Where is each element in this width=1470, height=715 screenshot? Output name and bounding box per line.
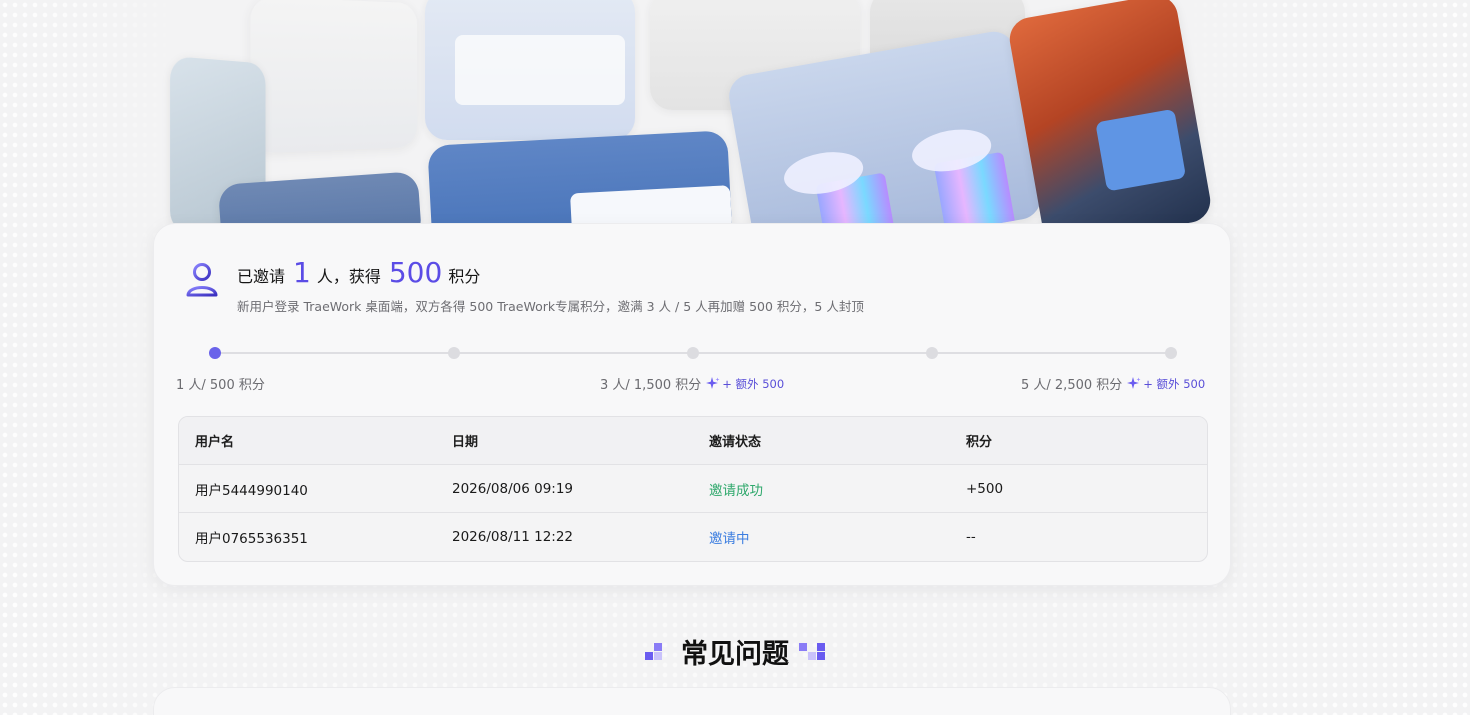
collage-tile-app-screens xyxy=(250,0,418,154)
collage-tile-chat-screen xyxy=(425,0,635,140)
row-date: 2026/08/06 09:19 xyxy=(452,480,574,497)
milestone-5-bonus: + 额外 500 xyxy=(1127,376,1205,392)
summary-mid: 人，获得 xyxy=(316,267,381,286)
row-status-pending: 邀请中 xyxy=(709,531,750,547)
invite-rules-text: 新用户登录 TraeWork 桌面端，双方各得 500 TraeWork专属积分… xyxy=(237,299,864,314)
milestone-progress-track xyxy=(209,347,1177,359)
milestone-1-label: 1 人/ 500 积分 xyxy=(176,378,265,393)
column-header-date: 日期 xyxy=(452,435,479,450)
faq-card xyxy=(153,687,1231,715)
milestone-3: 3 人/ 1,500 积分 + 额外 500 xyxy=(600,374,784,393)
progress-step-2 xyxy=(448,347,460,359)
faq-title: 常见问题 xyxy=(681,639,789,670)
column-header-username: 用户名 xyxy=(195,435,235,450)
column-header-points: 积分 xyxy=(966,435,993,450)
faq-heading: 常见问题 xyxy=(0,632,1470,671)
milestone-5: 5 人/ 2,500 积分 + 额外 500 xyxy=(1021,374,1205,393)
row-points: +500 xyxy=(966,480,1004,497)
invite-summary-headline: 已邀请 1 人，获得 500 积分 xyxy=(237,259,864,289)
milestone-3-bonus-text: + 额外 500 xyxy=(722,376,785,391)
milestone-3-label: 3 人/ 1,500 积分 xyxy=(600,378,702,393)
row-username: 用户0765536351 xyxy=(195,531,308,547)
table-row: 用户0765536351 2026/08/11 12:22 邀请中 -- xyxy=(179,513,1207,561)
hero-image-collage xyxy=(150,0,1230,228)
progress-step-1 xyxy=(209,347,221,359)
table-header-row: 用户名 日期 邀请状态 积分 xyxy=(179,417,1207,465)
collage-tile-desktop xyxy=(427,130,733,228)
invite-summary: 已邀请 1 人，获得 500 积分 新用户登录 TraeWork 桌面端，双方各… xyxy=(185,259,864,315)
invite-summary-card: 已邀请 1 人，获得 500 积分 新用户登录 TraeWork 桌面端，双方各… xyxy=(153,223,1231,586)
row-points: -- xyxy=(966,529,976,545)
milestone-1: 1 人/ 500 积分 xyxy=(176,374,265,393)
progress-step-5 xyxy=(1165,347,1177,359)
pixel-cluster-icon xyxy=(799,643,825,660)
summary-suffix: 积分 xyxy=(448,267,481,286)
row-username: 用户5444990140 xyxy=(195,482,308,499)
milestone-5-label: 5 人/ 2,500 积分 xyxy=(1021,378,1123,393)
sparkle-icon xyxy=(1127,376,1141,389)
progress-step-3 xyxy=(687,347,699,359)
earned-points: 500 xyxy=(388,256,443,289)
row-status-success: 邀请成功 xyxy=(709,482,763,499)
table-row: 用户5444990140 2026/08/06 09:19 邀请成功 +500 xyxy=(179,465,1207,513)
progress-step-4 xyxy=(926,347,938,359)
pixel-cluster-icon xyxy=(645,643,671,660)
invite-records-table: 用户名 日期 邀请状态 积分 用户5444990140 2026/08/06 0… xyxy=(178,416,1208,562)
user-avatar-icon xyxy=(186,263,218,297)
collage-tile-window-scene xyxy=(1006,0,1214,228)
invited-count: 1 xyxy=(293,256,311,289)
row-date: 2026/08/11 12:22 xyxy=(452,529,574,545)
column-header-status: 邀请状态 xyxy=(709,435,762,450)
sparkle-icon xyxy=(706,376,720,389)
summary-prefix: 已邀请 xyxy=(237,267,286,286)
milestone-3-bonus: + 额外 500 xyxy=(706,376,784,392)
milestone-5-bonus-text: + 额外 500 xyxy=(1143,376,1206,391)
